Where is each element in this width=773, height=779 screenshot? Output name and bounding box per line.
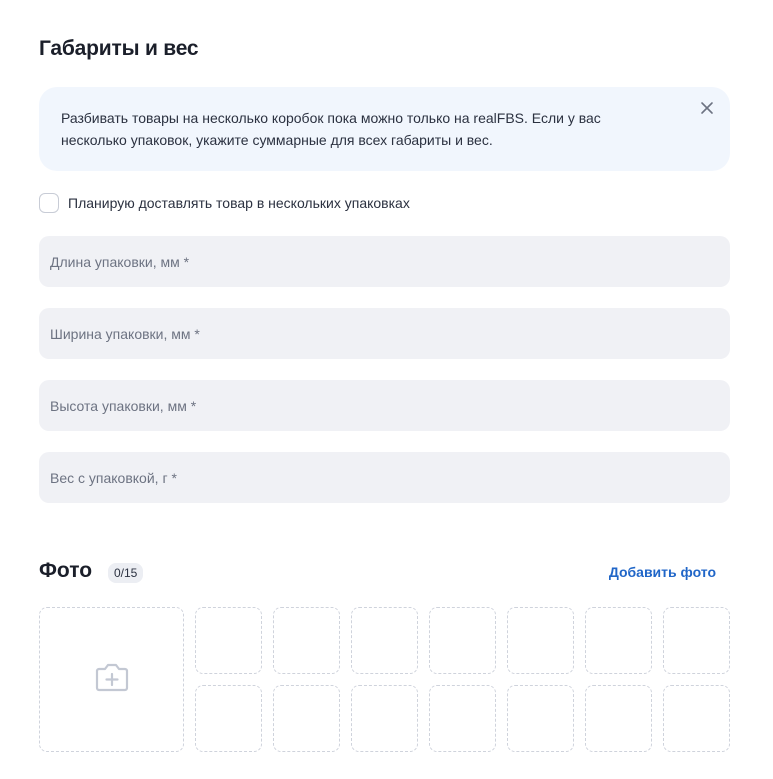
photo-slot[interactable] [507,607,574,674]
photo-section-title: Фото [39,559,93,582]
close-icon[interactable] [698,99,716,117]
add-photo-icon [94,661,130,698]
photo-slot[interactable] [273,685,340,752]
photo-count-badge: 0/15 [108,563,144,583]
weight-field [39,452,730,503]
info-banner-text: Разбивать товары на несколько коробок по… [61,110,601,148]
photo-slot[interactable] [429,685,496,752]
photo-slot[interactable] [663,607,730,674]
width-input[interactable] [50,308,730,359]
add-photo-link[interactable]: Добавить фото [609,564,716,580]
photo-slot[interactable] [195,685,262,752]
multi-package-checkbox-row[interactable]: Планирую доставлять товар в нескольких у… [39,193,410,213]
photo-slot[interactable] [195,607,262,674]
multi-package-checkbox[interactable] [39,193,59,213]
weight-input[interactable] [50,452,730,503]
height-field [39,380,730,431]
page: Габариты и вес Разбивать товары на неско… [0,0,773,779]
photo-slot[interactable] [585,607,652,674]
main-photo-slot[interactable] [39,607,184,752]
info-banner: Разбивать товары на несколько коробок по… [39,87,730,171]
length-input[interactable] [50,236,730,287]
width-field [39,308,730,359]
multi-package-checkbox-label: Планирую доставлять товар в нескольких у… [68,195,410,211]
photo-header: Фото 0/15 Добавить фото [39,559,730,587]
photo-slot[interactable] [663,685,730,752]
photo-slot[interactable] [351,685,418,752]
length-field [39,236,730,287]
height-input[interactable] [50,380,730,431]
dimensions-section-title: Габариты и вес [39,37,199,60]
photo-slot[interactable] [273,607,340,674]
photo-slot[interactable] [351,607,418,674]
photo-slot[interactable] [507,685,574,752]
photo-slot[interactable] [429,607,496,674]
photo-slot[interactable] [585,685,652,752]
